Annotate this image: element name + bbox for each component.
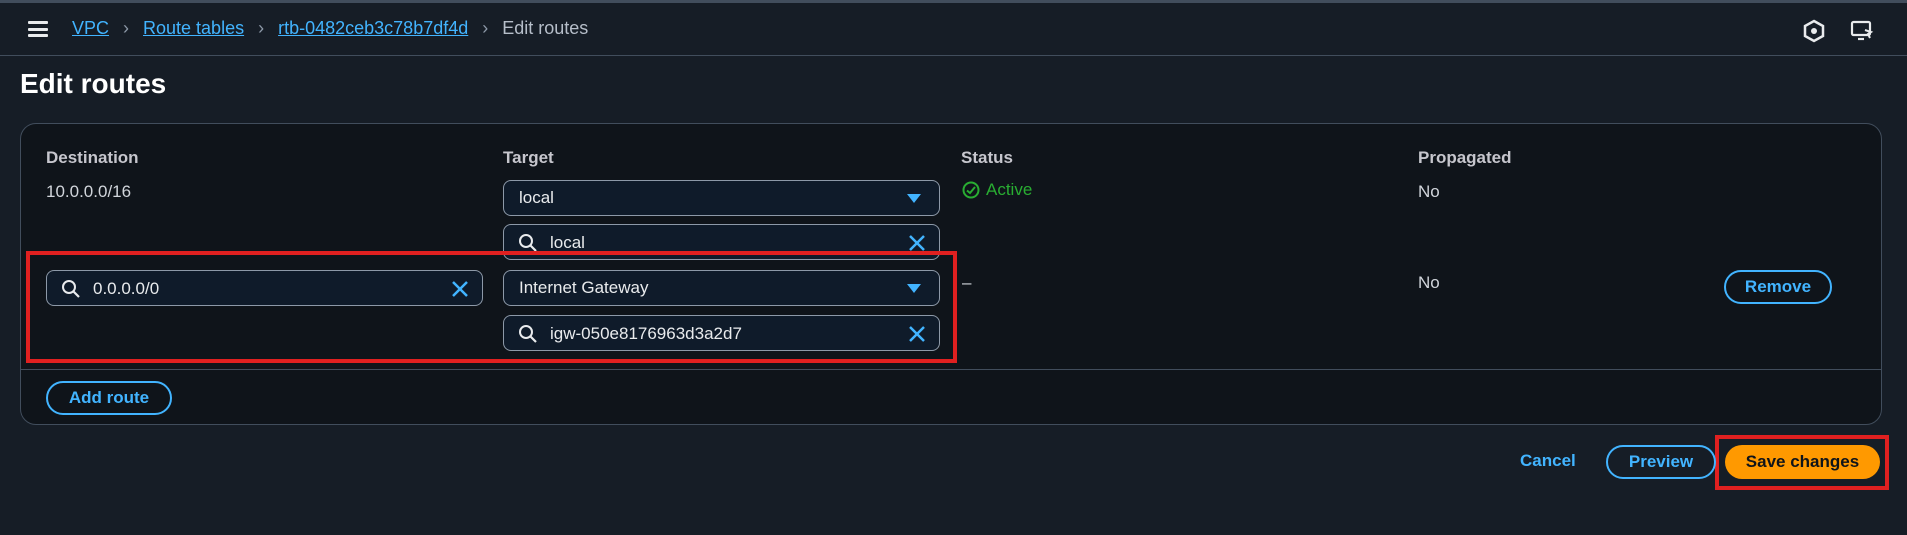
highlight-box-new-route bbox=[26, 251, 957, 363]
cancel-button[interactable]: Cancel bbox=[1520, 451, 1576, 471]
breadcrumb-vpc[interactable]: VPC bbox=[72, 18, 109, 39]
save-changes-button[interactable]: Save changes bbox=[1725, 445, 1880, 479]
row2-propagated: No bbox=[1418, 273, 1440, 292]
check-circle-icon bbox=[962, 181, 980, 199]
preview-button[interactable]: Preview bbox=[1606, 445, 1716, 479]
page-title: Edit routes bbox=[20, 68, 167, 99]
remove-route-button[interactable]: Remove bbox=[1724, 270, 1832, 304]
settings-hexagon-icon[interactable] bbox=[1802, 19, 1826, 43]
top-navigation-bar: VPC › Route tables › rtb-0482ceb3c78b7df… bbox=[0, 0, 1907, 56]
row1-destination: 10.0.0.0/16 bbox=[46, 182, 132, 201]
row1-target-search-value: local bbox=[550, 233, 585, 252]
row1-propagated: No bbox=[1418, 182, 1440, 201]
chevron-right-icon: › bbox=[123, 18, 130, 38]
column-header-destination: Destination bbox=[46, 148, 139, 167]
column-header-target: Target bbox=[503, 148, 554, 167]
row1-status: Active bbox=[962, 180, 1032, 200]
panel-divider bbox=[21, 369, 1881, 370]
breadcrumb-current: Edit routes bbox=[502, 18, 589, 38]
breadcrumb: VPC › Route tables › rtb-0482ceb3c78b7df… bbox=[72, 18, 588, 39]
add-route-button[interactable]: Add route bbox=[46, 381, 172, 415]
row1-status-text: Active bbox=[986, 180, 1033, 199]
hamburger-menu-icon[interactable] bbox=[28, 21, 48, 37]
chevron-right-icon: › bbox=[482, 18, 489, 38]
row1-target-type-select[interactable]: local bbox=[503, 180, 940, 216]
column-header-propagated: Propagated bbox=[1418, 148, 1512, 167]
row2-status: – bbox=[962, 273, 972, 292]
row1-target-type-value: local bbox=[519, 188, 554, 207]
clear-icon[interactable] bbox=[907, 233, 927, 253]
breadcrumb-route-table-id[interactable]: rtb-0482ceb3c78b7df4d bbox=[278, 18, 468, 39]
feedback-screen-icon[interactable] bbox=[1850, 19, 1874, 43]
chevron-right-icon: › bbox=[258, 18, 265, 38]
caret-down-icon bbox=[907, 194, 921, 203]
breadcrumb-route-tables[interactable]: Route tables bbox=[143, 18, 244, 39]
search-icon bbox=[519, 234, 537, 252]
column-header-status: Status bbox=[961, 148, 1013, 167]
